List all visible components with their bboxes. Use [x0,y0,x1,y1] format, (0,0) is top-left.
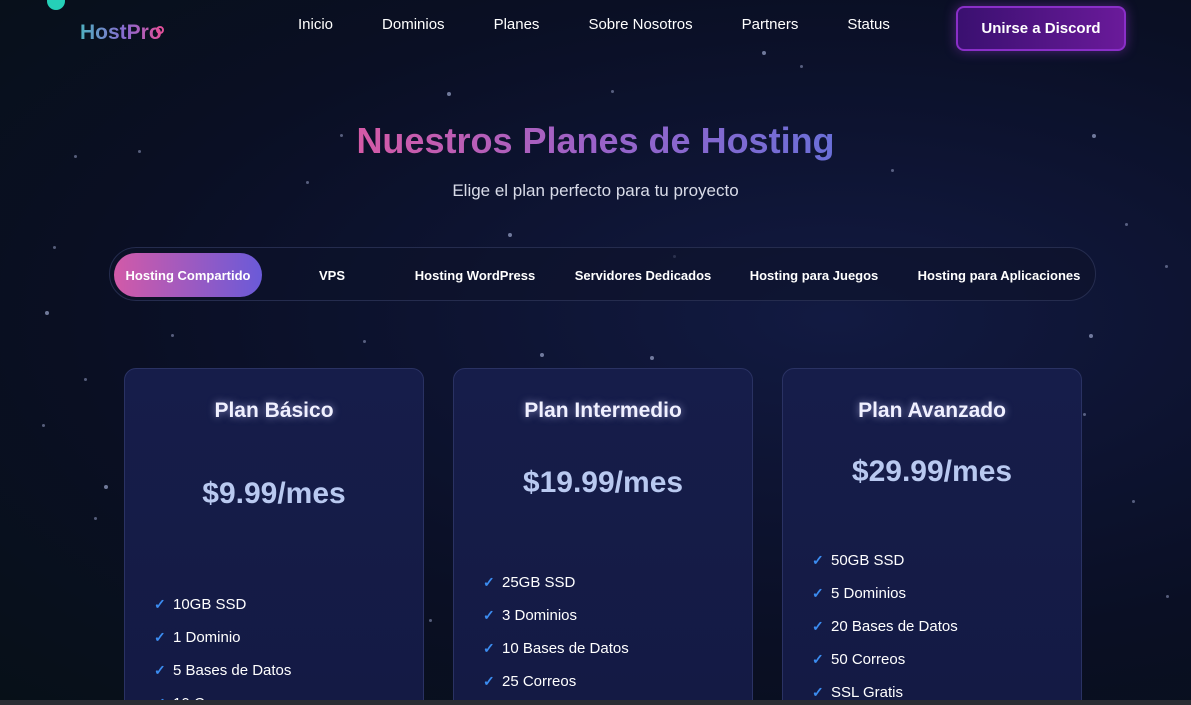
feature-label: 5 Dominios [831,585,907,602]
plan-title: Plan Intermedio [524,399,682,422]
check-icon: ✓ [812,585,824,601]
feature-label: 50GB SSD [831,552,905,569]
feature-label: 25 Correos [502,673,577,690]
page-title-text: Nuestros Planes de Hosting [356,120,835,161]
plan-price: $9.99/mes [202,477,346,510]
plan-card-basico: Plan Básico $9.99/mes ✓ 10GB SSD ✓ 1 Domin… [124,368,424,705]
page-subtitle: Elige el plan perfecto para tu proyecto [452,181,739,200]
check-icon: ✓ [812,684,824,700]
check-icon: ✓ [483,574,495,590]
nav-link-sobre-nosotros[interactable]: Sobre Nosotros [588,16,692,33]
feature-item: ✓ 50 Correos [812,643,958,676]
feature-label: 50 Correos [831,651,906,668]
plan-features: ✓ 50GB SSD ✓ 5 Dominios ✓ 20 Bases de Datos… [812,544,958,705]
tab-hosting-juegos[interactable]: Hosting para Juegos [742,253,886,297]
plan-title: Plan Básico [214,399,334,422]
feature-label: SSL Gratis [831,684,903,701]
feature-item: ✓ 50GB SSD [812,544,958,577]
check-icon: ✓ [483,640,495,656]
tab-hosting-aplicaciones[interactable]: Hosting para Aplicaciones [910,253,1088,297]
feature-item: ✓ 1 Dominio [154,621,291,654]
plan-price: $29.99/mes [851,455,1013,488]
plan-features: ✓ 10GB SSD ✓ 1 Dominio ✓ 5 Bases de Datos ✓… [154,588,291,705]
tab-servidores-dedicados[interactable]: Servidores Dedicados [570,253,716,297]
feature-item: ✓ 5 Bases de Datos [154,654,291,687]
tab-vps[interactable]: VPS [280,253,384,297]
feature-item: ✓ 20 Bases de Datos [812,610,958,643]
plan-price: $19.99/mes [522,466,684,499]
feature-label: 25GB SSD [502,574,576,591]
feature-label: 3 Dominios [502,607,578,624]
plan-card-intermedio: Plan Intermedio $19.99/mes ✓ 25GB SSD ✓ 3 … [453,368,753,705]
nav-link-status[interactable]: Status [847,16,890,33]
page-title: Nuestros Planes de Hosting [0,120,1191,162]
feature-item: ✓ 5 Dominios [812,577,958,610]
check-icon: ✓ [812,552,824,568]
nav-link-planes[interactable]: Planes [494,16,540,33]
check-icon: ✓ [154,596,166,612]
feature-item: ✓ 10 Bases de Datos [483,632,629,665]
feature-item: ✓ 25GB SSD [483,566,629,599]
feature-label: 10 Bases de Datos [502,640,629,657]
join-discord-button[interactable]: Unirse a Discord [956,6,1126,51]
feature-label: 1 Dominio [173,629,241,646]
tab-hosting-wordpress[interactable]: Hosting WordPress [405,253,545,297]
nav-link-partners[interactable]: Partners [742,16,799,33]
logo[interactable]: HostPro [80,21,162,45]
nav-link-inicio[interactable]: Inicio [298,16,333,33]
logo-dot-icon [156,26,164,34]
feature-item: ✓ 25 Correos [483,665,629,698]
check-icon: ✓ [483,673,495,689]
check-icon: ✓ [812,651,824,667]
plan-features: ✓ 25GB SSD ✓ 3 Dominios ✓ 10 Bases de Datos… [483,566,629,698]
feature-label: 10GB SSD [173,596,247,613]
site-header: HostPro Inicio Dominios Planes Sobre Nos… [0,0,1191,60]
nav-link-dominios[interactable]: Dominios [382,16,445,33]
plan-title: Plan Avanzado [858,399,1006,422]
feature-item: ✓ 3 Dominios [483,599,629,632]
window-bottom-edge [0,700,1191,705]
check-icon: ✓ [483,607,495,623]
feature-label: 20 Bases de Datos [831,618,958,635]
feature-label: 5 Bases de Datos [173,662,292,679]
check-icon: ✓ [812,618,824,634]
tab-hosting-compartido[interactable]: Hosting Compartido [114,253,262,297]
check-icon: ✓ [154,662,166,678]
main-nav: Inicio Dominios Planes Sobre Nosotros Pa… [298,16,939,33]
feature-item: ✓ 10GB SSD [154,588,291,621]
check-icon: ✓ [154,629,166,645]
hosting-type-tabs: Hosting Compartido VPS Hosting WordPress… [109,247,1096,301]
plan-card-avanzado: Plan Avanzado $29.99/mes ✓ 50GB SSD ✓ 5 Do… [782,368,1082,705]
